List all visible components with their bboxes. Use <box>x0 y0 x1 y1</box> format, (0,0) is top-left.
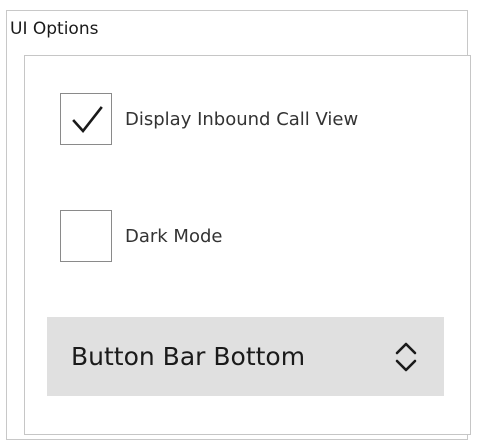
option-dark-mode[interactable]: Dark Mode <box>60 210 222 262</box>
dark-mode-label: Dark Mode <box>125 225 223 247</box>
display-inbound-call-view-label: Display Inbound Call View <box>125 108 359 130</box>
display-inbound-call-view-checkbox[interactable] <box>60 93 112 145</box>
dark-mode-checkbox[interactable] <box>60 210 112 262</box>
up-down-chevron-icon <box>395 342 417 371</box>
checkmark-icon <box>72 106 103 134</box>
button-bar-select-value: Button Bar Bottom <box>71 342 306 371</box>
group-title: UI Options <box>10 19 99 39</box>
ui-options-window: UI Options Display Inbound Call View Dar… <box>0 0 477 440</box>
button-bar-select[interactable]: Button Bar Bottom <box>47 317 444 396</box>
option-display-inbound-call-view[interactable]: Display Inbound Call View <box>60 93 358 145</box>
